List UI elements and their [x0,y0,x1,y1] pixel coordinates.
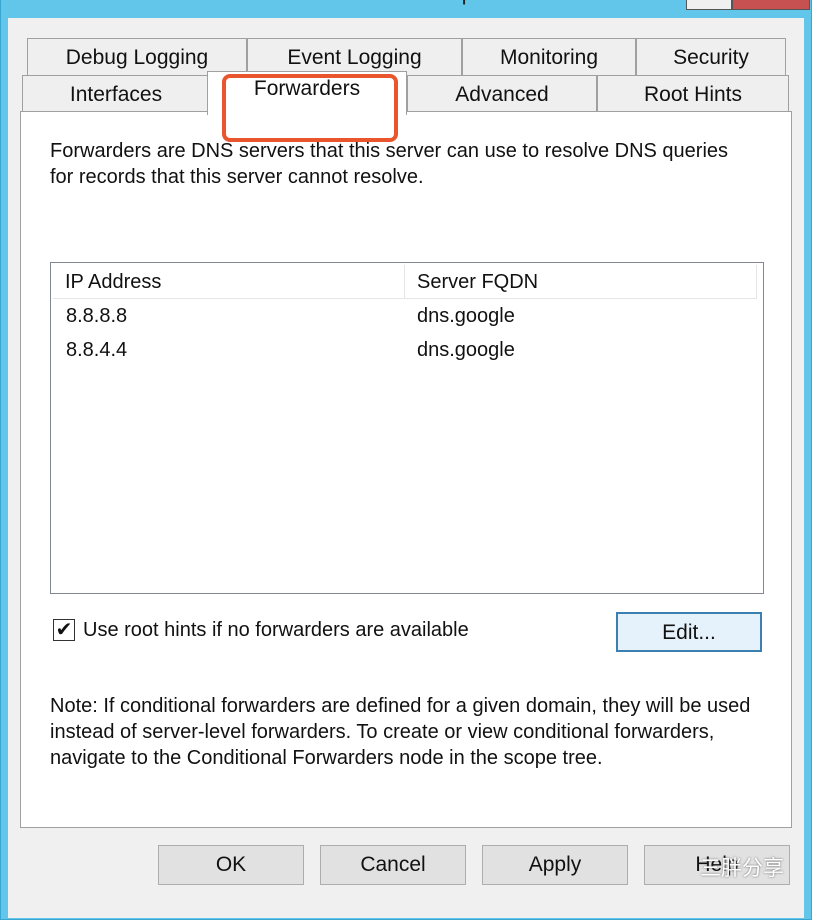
column-server-fqdn[interactable]: Server FQDN [405,265,757,299]
watermark: 三胖分享 [700,857,784,880]
root-hints-checkbox[interactable]: ✔ [53,619,75,641]
edit-button[interactable]: Edit... [616,612,762,652]
apply-button[interactable]: Apply [482,845,628,885]
tab-security[interactable]: Security [636,38,786,76]
highlight-box [222,74,398,142]
note-text: Note: If conditional forwarders are defi… [50,695,751,769]
tab-advanced[interactable]: Advanced [407,75,597,113]
row-1-fqdn[interactable]: dns.google [417,305,515,328]
description-text: Forwarders are DNS servers that this ser… [50,140,729,188]
tab-monitoring[interactable]: Monitoring [462,38,636,76]
close-button[interactable] [732,0,810,10]
column-ip-address[interactable]: IP Address [53,265,405,299]
row-2-ip[interactable]: 8.8.4.4 [66,339,127,362]
row-1-ip[interactable]: 8.8.8.8 [66,305,127,328]
tab-interfaces[interactable]: Interfaces [22,75,210,113]
forwarders-list[interactable]: IP Address Server FQDN 8.8.8.8 dns.googl… [50,262,764,594]
cancel-button[interactable]: Cancel [320,845,466,885]
row-2-fqdn[interactable]: dns.google [417,339,515,362]
root-hints-label[interactable]: Use root hints if no forwarders are avai… [83,617,469,643]
checkmark-icon: ✔ [55,619,73,641]
minimize-button[interactable] [686,0,732,10]
ok-button[interactable]: OK [158,845,304,885]
tab-root-hints[interactable]: Root Hints [597,75,789,113]
